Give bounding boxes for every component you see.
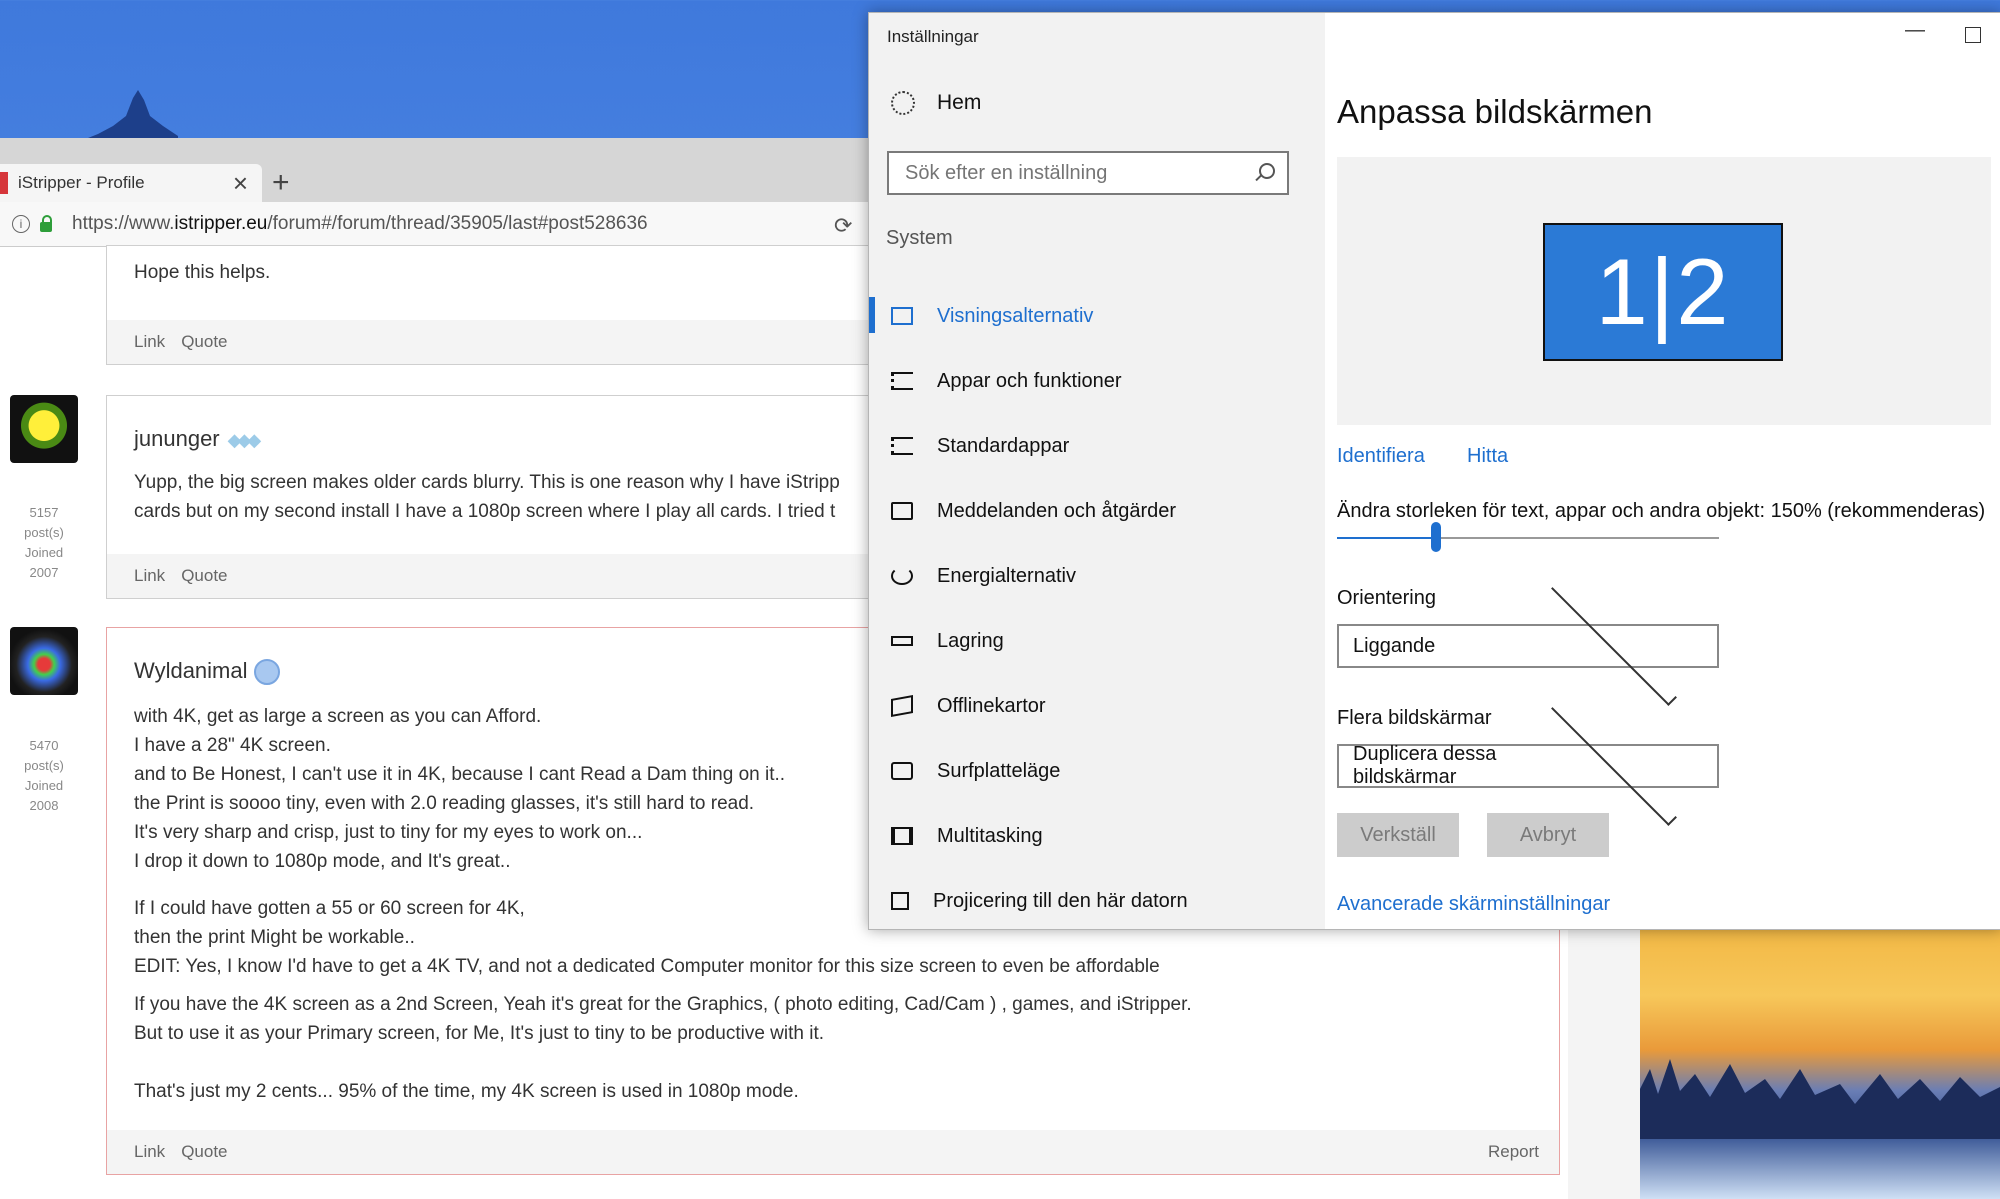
post-body: Yupp, the big screen makes older cards b… [134, 472, 840, 522]
chevron-down-icon [1551, 580, 1677, 706]
home-label: Hem [937, 91, 982, 114]
map-icon [891, 695, 913, 717]
settings-search[interactable] [887, 151, 1289, 195]
nav-item-label: Meddelanden och åtgärder [937, 499, 1177, 522]
nav-item-label: Appar och funktioner [937, 369, 1122, 392]
window-title: Inställningar [887, 27, 979, 46]
search-input[interactable] [903, 160, 1227, 186]
scale-label: Ändra storleken för text, appar och andr… [1337, 500, 1986, 522]
nav-item-tablet-mode[interactable]: Surfplatteläge [869, 744, 1325, 798]
monitor-tile[interactable]: 1|2 [1543, 223, 1783, 361]
browser-tab[interactable]: iStripper - Profile × [0, 164, 262, 202]
favicon-icon [0, 172, 8, 194]
power-icon [891, 567, 913, 585]
nav-item-notifications[interactable]: Meddelanden och åtgärder [869, 484, 1325, 538]
nav-item-label: Standardappar [937, 434, 1070, 457]
rank-gems-icon: ◆◆◆ [227, 429, 261, 450]
chevron-down-icon [1551, 700, 1677, 826]
post-paragraph: If you have the 4K screen as a 2nd Scree… [134, 994, 1192, 1102]
user-stats: 5157 post(s) Joined 2007 [24, 505, 64, 580]
orientation-select[interactable]: Liggande [1337, 580, 1719, 706]
quote-button[interactable]: Quote [181, 1142, 227, 1162]
user-stats: 5470 post(s) Joined 2008 [24, 738, 64, 813]
link-button[interactable]: Link [134, 332, 165, 352]
nav-item-label: Multitasking [937, 824, 1043, 847]
quote-button[interactable]: Quote [181, 332, 227, 352]
settings-content: — Anpassa bildskärmen 1|2 Identifiera Hi… [1325, 13, 2000, 929]
nav-item-power[interactable]: Energialternativ [869, 549, 1325, 603]
detect-link[interactable]: Hitta [1467, 445, 1508, 468]
tab-title: iStripper - Profile [18, 173, 145, 192]
nav-item-default-apps[interactable]: Standardappar [869, 419, 1325, 473]
gear-icon [891, 91, 915, 115]
multiple-displays-value: Duplicera dessa bildskärmar [1353, 743, 1497, 788]
info-icon[interactable]: i [12, 215, 30, 233]
quote-button[interactable]: Quote [181, 566, 227, 586]
post-paragraph: with 4K, get as large a screen as you ca… [134, 706, 786, 872]
multitasking-icon [891, 827, 913, 845]
home-link[interactable]: Hem [891, 91, 981, 115]
orientation-value: Liggande [1353, 634, 1436, 657]
nav-item-storage[interactable]: Lagring [869, 614, 1325, 668]
storage-icon [891, 636, 913, 646]
close-tab-icon[interactable]: × [233, 170, 248, 196]
scale-slider-thumb[interactable] [1431, 522, 1442, 552]
link-button[interactable]: Link [134, 566, 165, 586]
page-title: Anpassa bildskärmen [1337, 93, 1653, 130]
post-body: Hope this helps. [134, 262, 271, 283]
multiple-displays-select[interactable]: Duplicera dessa bildskärmar [1337, 700, 1719, 826]
nav-item-multitasking[interactable]: Multitasking [869, 809, 1325, 863]
apps-list-icon [891, 372, 913, 390]
url-text[interactable]: https://www.istripper.eu/forum#/forum/th… [72, 213, 648, 235]
reload-icon[interactable]: ⟳ [834, 213, 852, 239]
nav-item-projecting[interactable]: Projicering till den här datorn [869, 874, 1325, 928]
desktop-tree-silhouette [78, 90, 178, 142]
scale-slider-fill [1337, 537, 1437, 539]
cancel-button[interactable]: Avbryt [1487, 813, 1609, 857]
avatar[interactable] [10, 627, 78, 695]
new-tab-button[interactable]: + [272, 164, 290, 202]
display-icon [891, 307, 913, 325]
report-button[interactable]: Report [1488, 1142, 1539, 1162]
apply-button[interactable]: Verkställ [1337, 813, 1459, 857]
nav-item-label: Surfplatteläge [937, 759, 1061, 782]
minimize-icon[interactable]: — [1905, 19, 1925, 42]
tablet-icon [891, 762, 913, 780]
multiple-displays-label: Flera bildskärmar [1337, 707, 1492, 729]
nav-item-label: Offlinekartor [937, 694, 1046, 717]
search-icon[interactable] [1259, 163, 1275, 179]
nav-item-apps[interactable]: Appar och funktioner [869, 354, 1325, 408]
link-button[interactable]: Link [134, 1142, 165, 1162]
display-arrangement: 1|2 [1337, 157, 1991, 425]
settings-window: Inställningar Hem System Visningsalterna… [868, 12, 2000, 930]
notifications-icon [891, 502, 913, 520]
scale-slider[interactable] [1337, 522, 1719, 552]
nav-item-offline-maps[interactable]: Offlinekartor [869, 679, 1325, 733]
desktop-gap [1560, 928, 1640, 1199]
nav-item-label: Energialternativ [937, 564, 1076, 587]
projecting-icon [891, 892, 909, 910]
settings-nav: Inställningar Hem System Visningsalterna… [869, 13, 1325, 929]
post-author[interactable]: Wyldanimal [134, 658, 280, 686]
nav-item-label: Visningsalternativ [937, 304, 1094, 327]
post-author[interactable]: jununger ◆◆◆ [134, 426, 261, 452]
advanced-display-settings-link[interactable]: Avancerade skärminställningar [1337, 893, 1610, 916]
rank-badge-icon [253, 659, 280, 686]
identify-link[interactable]: Identifiera [1337, 445, 1425, 468]
nav-item-label: Projicering till den här datorn [933, 889, 1188, 912]
section-heading: System [886, 227, 953, 249]
avatar[interactable] [10, 395, 78, 463]
desktop-wallpaper-landscape [1640, 928, 2000, 1199]
post-footer: Link Quote Report [107, 1130, 1559, 1174]
orientation-label: Orientering [1337, 587, 1436, 609]
maximize-icon[interactable] [1965, 27, 1981, 43]
default-apps-icon [891, 437, 913, 455]
nav-item-label: Lagring [937, 629, 1004, 652]
nav-item-display[interactable]: Visningsalternativ [869, 289, 1325, 343]
lock-icon [40, 214, 52, 232]
